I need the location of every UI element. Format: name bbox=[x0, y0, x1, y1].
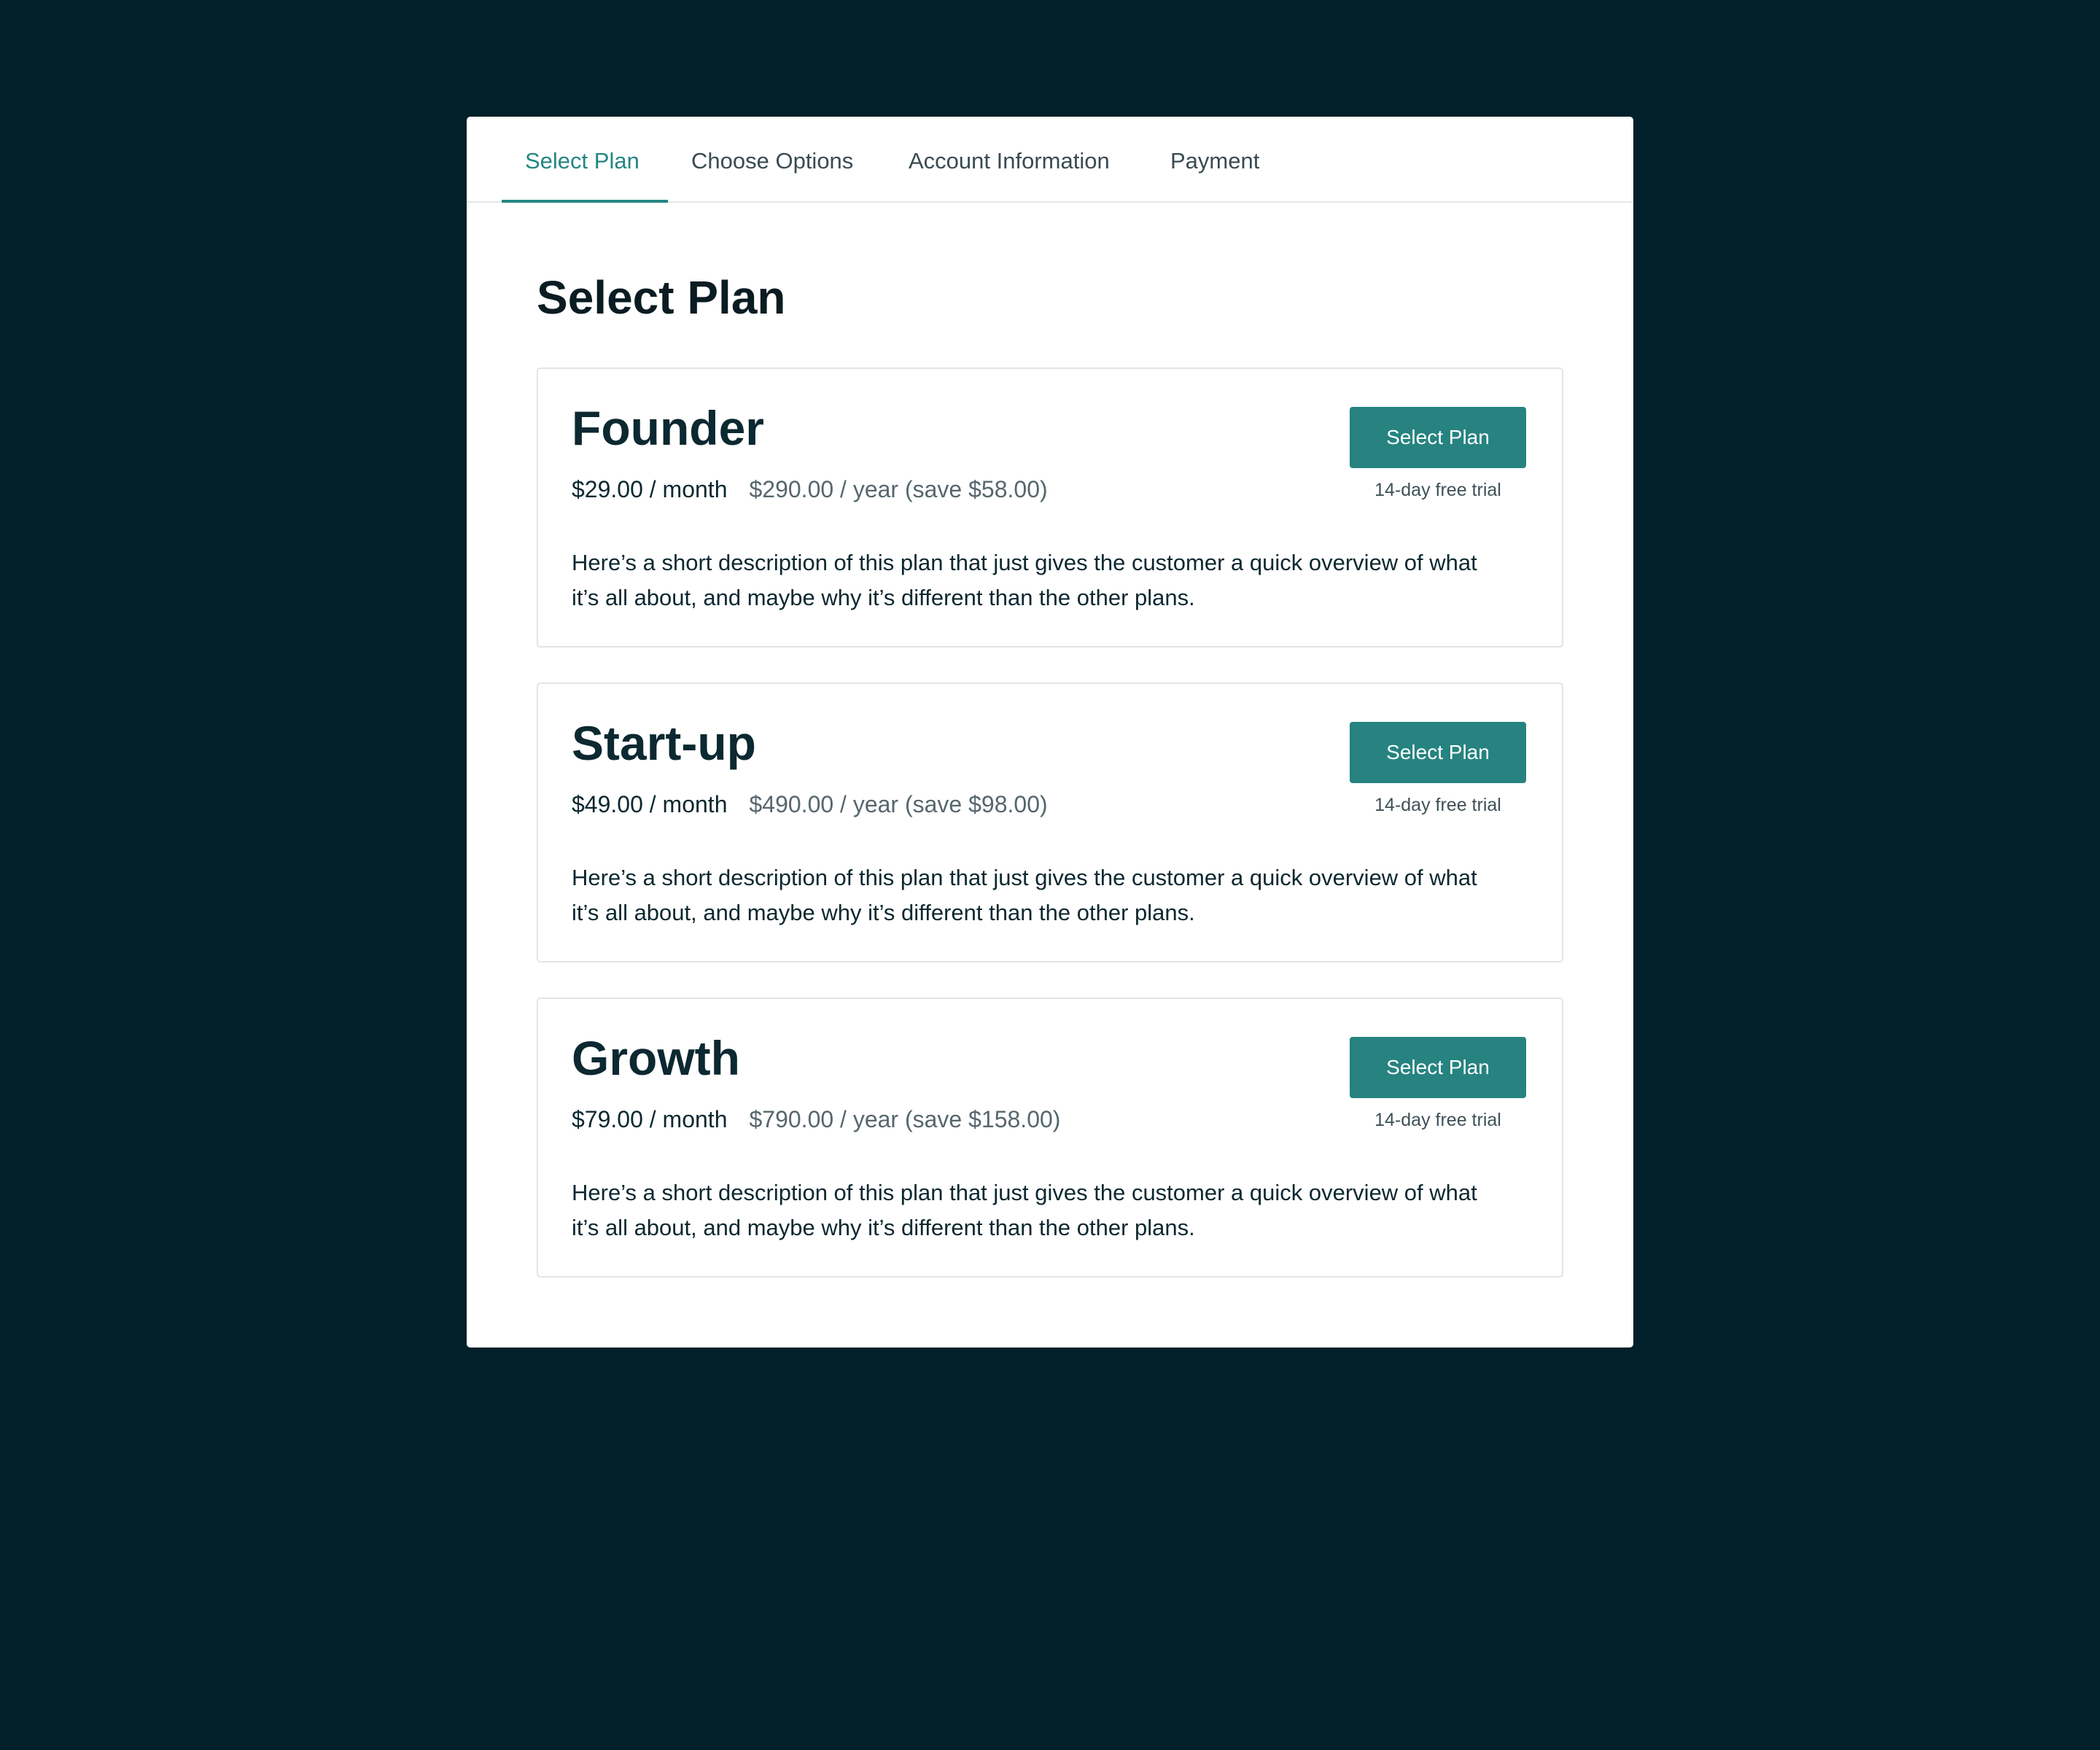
plan-description: Here’s a short description of this plan … bbox=[572, 865, 1477, 925]
page-title: Select Plan bbox=[537, 271, 786, 324]
select-plan-button[interactable]: Select Plan bbox=[1350, 722, 1526, 783]
plan-name: Founder bbox=[572, 401, 764, 455]
plan-selection-panel: Select Plan Choose Options Account Infor… bbox=[467, 117, 1633, 1348]
trial-note: 14-day free trial bbox=[1374, 480, 1501, 500]
plan-name: Growth bbox=[572, 1031, 740, 1085]
plan-card-growth: Growth $79.00 / month $790.00 / year (sav… bbox=[537, 998, 1563, 1278]
yearly-price: $790.00 / year (save $158.00) bbox=[749, 1106, 1061, 1132]
price-row: $79.00 / month $790.00 / year (save $158.… bbox=[572, 1105, 1060, 1133]
monthly-price: $29.00 / month bbox=[572, 476, 728, 502]
monthly-price: $49.00 / month bbox=[572, 791, 728, 817]
yearly-price: $490.00 / year (save $98.00) bbox=[749, 791, 1048, 817]
active-tab-indicator bbox=[502, 200, 668, 203]
tab-select-plan[interactable]: Select Plan bbox=[525, 117, 639, 203]
plan-card-start-up: Start-up $49.00 / month $490.00 / year (s… bbox=[537, 682, 1563, 962]
plan-description: Here’s a short description of this plan … bbox=[572, 1180, 1477, 1240]
monthly-price: $79.00 / month bbox=[572, 1106, 728, 1132]
price-row: $29.00 / month $290.00 / year (save $58.0… bbox=[572, 475, 1048, 503]
select-plan-button[interactable]: Select Plan bbox=[1350, 1037, 1526, 1098]
yearly-price: $290.00 / year (save $58.00) bbox=[749, 476, 1048, 502]
plan-description: Here’s a short description of this plan … bbox=[572, 550, 1477, 610]
tab-account-information[interactable]: Account Information bbox=[909, 117, 1110, 203]
tab-payment[interactable]: Payment bbox=[1170, 117, 1259, 203]
select-plan-button[interactable]: Select Plan bbox=[1350, 407, 1526, 468]
tab-choose-options[interactable]: Choose Options bbox=[691, 117, 853, 203]
plan-card-founder: Founder $29.00 / month $290.00 / year (sa… bbox=[537, 368, 1563, 648]
step-tabs: Select Plan Choose Options Account Infor… bbox=[467, 117, 1633, 203]
trial-note: 14-day free trial bbox=[1374, 1110, 1501, 1130]
plan-name: Start-up bbox=[572, 716, 756, 770]
trial-note: 14-day free trial bbox=[1374, 795, 1501, 815]
price-row: $49.00 / month $490.00 / year (save $98.0… bbox=[572, 790, 1048, 818]
